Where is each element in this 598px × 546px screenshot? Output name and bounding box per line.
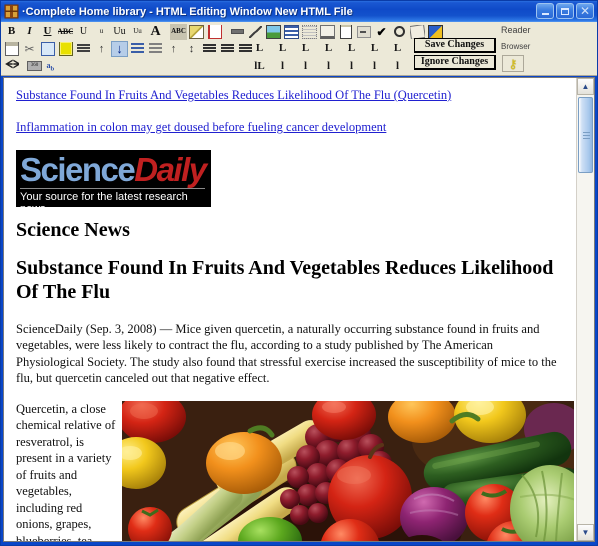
text-box-icon[interactable]	[319, 24, 336, 40]
article-headline: Substance Found In Fruits And Vegetables…	[16, 257, 554, 304]
placeholder-glyph[interactable]: l	[363, 59, 386, 74]
check-icon[interactable]: ✔	[373, 24, 390, 40]
link-row: Inflammation in colon may get doused bef…	[16, 118, 566, 136]
browser-label: Browser	[501, 42, 531, 51]
align-center-icon[interactable]	[219, 41, 236, 57]
toolbar-action-panel: Reader Browser Save Changes Ignore Chang…	[401, 22, 597, 75]
section-title: Science News	[16, 219, 130, 241]
save-changes-button[interactable]: Save Changes	[414, 38, 496, 53]
application-window: ·Complete Home library - HTML Editing Wi…	[0, 0, 598, 546]
scroll-down-button[interactable]: ▼	[577, 524, 594, 541]
scrollbar-thumb[interactable]	[578, 97, 593, 173]
placeholder-glyph[interactable]: L	[363, 41, 386, 56]
align-left-icon[interactable]	[201, 41, 218, 57]
book-icon	[4, 4, 19, 19]
remove-icon[interactable]	[355, 24, 372, 40]
font-button[interactable]: A	[147, 24, 164, 40]
minimize-icon[interactable]	[536, 3, 554, 19]
placeholder-glyph[interactable]: l	[271, 59, 294, 74]
placeholder-glyph[interactable]: l	[294, 59, 317, 74]
logo-tagline: Your source for the latest research news	[20, 191, 188, 207]
paste-icon[interactable]	[57, 41, 74, 57]
window-title: ·Complete Home library - HTML Editing Wi…	[22, 5, 353, 18]
title-bar[interactable]: ·Complete Home library - HTML Editing Wi…	[1, 1, 597, 22]
sciencedaily-logo: ScienceDaily Your source for the latest …	[16, 150, 211, 207]
move-up-icon[interactable]: ↑	[93, 41, 110, 57]
placeholder-glyph[interactable]: L	[248, 41, 271, 56]
maximize-icon[interactable]	[556, 3, 574, 19]
toolbar-row-formatting: B I U ABC U u Uu Uu A ABC ✔	[3, 23, 445, 40]
toolbar-row-tools: ᗕᗒ 360 ab	[3, 57, 62, 74]
numbered-list-icon[interactable]	[147, 41, 164, 57]
toolbar-row-editing: ✂ ↑ ↓ ↑ ↕	[3, 40, 255, 57]
placeholder-glyph[interactable]: L	[271, 41, 294, 56]
scrollbar-grip	[583, 132, 590, 139]
page-border-icon[interactable]	[206, 24, 223, 40]
article-link-quercetin[interactable]: Substance Found In Fruits And Vegetables…	[16, 88, 451, 103]
article-lede: ScienceDaily (Sep. 3, 2008) — Mice given…	[16, 321, 557, 386]
logo-daily-text: Daily	[134, 151, 207, 188]
bold-button[interactable]: B	[3, 24, 20, 40]
placeholder-glyph[interactable]: l	[340, 59, 363, 74]
format-painter-icon[interactable]	[3, 41, 20, 57]
sentence-case-button[interactable]: Uu	[129, 24, 146, 40]
link-row: Substance Found In Fruits And Vegetables…	[16, 86, 566, 104]
subscript-format-icon[interactable]: ab	[44, 58, 61, 74]
notes-icon[interactable]	[337, 24, 354, 40]
document-area: Substance Found In Fruits And Vegetables…	[3, 77, 595, 542]
horizontal-rule-icon[interactable]	[229, 24, 246, 40]
article-sidebar-text: Quercetin, a close chemical relative of …	[16, 401, 116, 541]
insert-table-icon[interactable]	[283, 24, 300, 40]
underline-button[interactable]: U	[39, 24, 56, 40]
copy-icon[interactable]	[39, 41, 56, 57]
vertical-scrollbar[interactable]: ▲ ▼	[576, 78, 594, 541]
scroll-up-button[interactable]: ▲	[577, 78, 594, 95]
key-icon: ⚷	[508, 56, 518, 71]
lowercase-button[interactable]: u	[93, 24, 110, 40]
article-link-inflammation[interactable]: Inflammation in colon may get doused bef…	[16, 120, 386, 135]
move-down-icon[interactable]: ↓	[111, 40, 128, 57]
fruits-and-vegetables-photo	[122, 400, 574, 541]
cut-icon[interactable]: ✂	[21, 41, 38, 57]
justify-icon[interactable]	[75, 41, 92, 57]
uppercase-button[interactable]: U	[75, 24, 92, 40]
toolbar: B I U ABC U u Uu Uu A ABC ✔ ✂ ↑ ↓ ↑ ↕ ᗕᗒ…	[1, 22, 597, 88]
placeholder-glyph[interactable]: lL	[248, 59, 271, 74]
superscript-icon[interactable]: ↑	[165, 41, 182, 57]
html-document-canvas[interactable]: Substance Found In Fruits And Vegetables…	[4, 78, 576, 541]
placeholder-glyph[interactable]: l	[317, 59, 340, 74]
title-case-button[interactable]: Uu	[111, 24, 128, 40]
help-button[interactable]: ⚷	[502, 55, 524, 72]
placeholder-glyph[interactable]: L	[340, 41, 363, 56]
reader-label: Reader	[501, 25, 531, 35]
spellcheck-button[interactable]: ABC	[170, 23, 187, 40]
logo-divider	[20, 188, 205, 189]
ignore-changes-button[interactable]: Ignore Changes	[414, 55, 496, 70]
diagonal-line-icon[interactable]	[247, 24, 264, 40]
close-icon[interactable]: ✕	[576, 3, 594, 19]
logo-science-text: Science	[20, 151, 136, 188]
bulleted-list-icon[interactable]	[129, 41, 146, 57]
table-borders-icon[interactable]	[301, 24, 318, 40]
subscript-icon[interactable]: ↕	[183, 41, 200, 57]
sciencedaily-wordmark: ScienceDaily	[20, 151, 207, 189]
italic-button[interactable]: I	[21, 24, 38, 40]
insert-image-icon[interactable]	[265, 24, 282, 40]
window-buttons: ✕	[536, 3, 594, 19]
rotate-icon[interactable]: 360	[26, 58, 43, 74]
placeholder-glyph[interactable]: L	[294, 41, 317, 56]
placeholder-glyph[interactable]: L	[317, 41, 340, 56]
strikethrough-button[interactable]: ABC	[57, 24, 74, 40]
find-icon[interactable]: ᗕᗒ	[3, 58, 20, 74]
highlight-color-icon[interactable]	[188, 24, 205, 40]
